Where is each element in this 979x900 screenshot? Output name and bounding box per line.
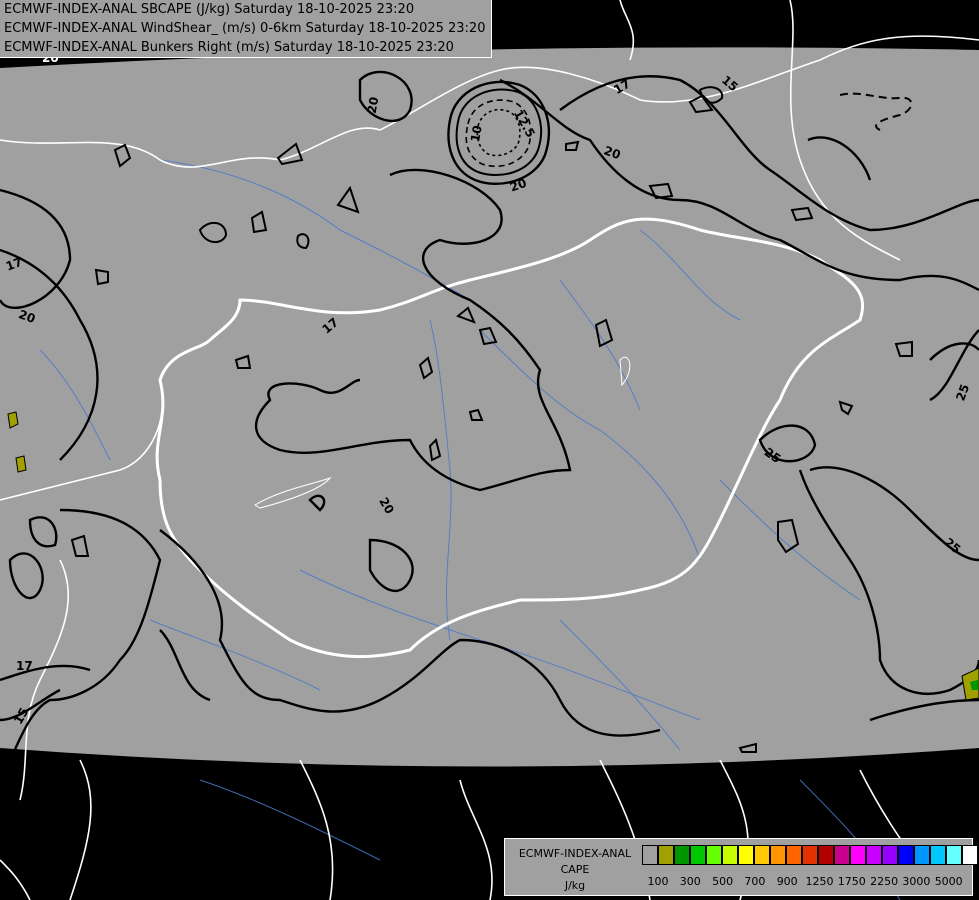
header-line-bunkers: ECMWF-INDEX-ANAL Bunkers Right (m/s) Sat… xyxy=(4,40,454,55)
header-line-sbcape: ECMWF-INDEX-ANAL SBCAPE (J/kg) Saturday … xyxy=(4,2,415,17)
legend-tick-label: 300 xyxy=(679,875,701,888)
legend-swatch xyxy=(738,845,754,865)
legend-swatch xyxy=(674,845,690,865)
legend-title: ECMWF-INDEX-ANAL CAPE J/kg xyxy=(509,846,641,894)
legend-swatch xyxy=(818,845,834,865)
legend-swatch xyxy=(898,845,914,865)
legend-tick-label: 500 xyxy=(712,875,734,888)
cape-legend: ECMWF-INDEX-ANAL CAPE J/kg 100 300 500 700 9… xyxy=(504,838,978,896)
legend-ticks: 100 300 500 700 900 1250 1750 2250 3000 5000 xyxy=(642,875,972,889)
legend-tick-label: 5000 xyxy=(934,875,963,888)
legend-swatch xyxy=(770,845,786,865)
contour-label: 17 xyxy=(16,659,33,673)
legend-swatch xyxy=(946,845,962,865)
legend-tick-label: 100 xyxy=(647,875,669,888)
contour-label: 10 xyxy=(468,124,485,143)
legend-swatch xyxy=(962,845,978,865)
legend-swatch xyxy=(642,845,658,865)
legend-swatch xyxy=(930,845,946,865)
legend-swatch xyxy=(722,845,738,865)
legend-tick-label: 700 xyxy=(744,875,766,888)
weather-map: 20 20 17 17 15 20 20 17 15 25 25 25 20 1… xyxy=(0,0,979,900)
legend-tick-label: 1750 xyxy=(837,875,866,888)
legend-swatch xyxy=(754,845,770,865)
legend-swatch xyxy=(914,845,930,865)
legend-swatch xyxy=(690,845,706,865)
legend-tick-label: 900 xyxy=(776,875,798,888)
header-line-windshear: ECMWF-INDEX-ANAL WindShear_ (m/s) 0-6km … xyxy=(4,21,486,36)
map-domain-area xyxy=(0,47,979,767)
map-header: ECMWF-INDEX-ANAL SBCAPE (J/kg) Saturday … xyxy=(0,0,493,58)
legend-swatch xyxy=(802,845,818,865)
legend-swatch xyxy=(866,845,882,865)
legend-title-variable: CAPE xyxy=(560,863,590,876)
legend-swatches xyxy=(642,845,978,865)
legend-swatch xyxy=(706,845,722,865)
contour-label: 20 xyxy=(365,96,382,115)
legend-tick-label: 1250 xyxy=(805,875,834,888)
legend-swatch xyxy=(658,845,674,865)
legend-title-unit: J/kg xyxy=(564,879,586,892)
legend-tick-label: 2250 xyxy=(870,875,899,888)
legend-tick-label: 3000 xyxy=(902,875,931,888)
legend-swatch xyxy=(786,845,802,865)
legend-swatch xyxy=(882,845,898,865)
legend-title-source: ECMWF-INDEX-ANAL xyxy=(518,847,632,860)
legend-swatch xyxy=(850,845,866,865)
legend-swatch xyxy=(834,845,850,865)
